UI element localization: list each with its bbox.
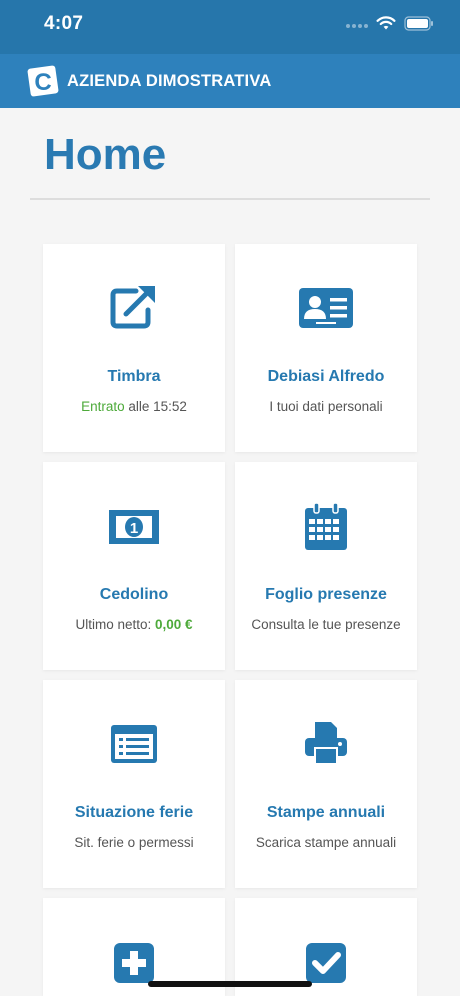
svg-text:1: 1 <box>130 520 138 537</box>
tile-timbra[interactable]: Timbra Entrato alle 15:52 <box>43 244 225 452</box>
wifi-icon <box>376 16 396 30</box>
tile-title: Situazione ferie <box>74 804 194 821</box>
app-header: C AZIENDA DIMOSTRATIVA <box>0 54 460 108</box>
status-bar: 4:07 <box>0 0 460 54</box>
tile-personal-data[interactable]: Debiasi Alfredo I tuoi dati personali <box>235 244 417 452</box>
page-title: Home <box>44 130 167 179</box>
tile-title: Timbra <box>107 368 161 385</box>
tile-subtitle: Entrato alle 15:52 <box>81 399 187 414</box>
tile-stampe-annuali[interactable]: Stampe annuali Scarica stampe annuali <box>235 680 417 888</box>
tile-subtitle: Sit. ferie o permessi <box>74 835 194 850</box>
battery-icon <box>404 15 433 31</box>
net-amount: 0,00 € <box>154 617 193 632</box>
company-name: AZIENDA DIMOSTRATIVA <box>67 71 272 90</box>
tile-subtitle: Consulta le tue presenze <box>251 617 401 632</box>
svg-text:C: C <box>34 69 51 96</box>
check-square-icon <box>306 943 346 983</box>
tile-subtitle: Ultimo netto: 0,00 € <box>75 617 193 632</box>
tile-title: Stampe annuali <box>266 804 386 821</box>
list-icon <box>111 725 157 763</box>
status-entrato: Entrato <box>81 399 125 414</box>
tile-situazione-ferie[interactable]: Situazione ferie Sit. ferie o permessi <box>43 680 225 888</box>
tile-title: Debiasi Alfredo <box>267 368 385 385</box>
tile-title: Cedolino <box>99 586 169 603</box>
printer-icon <box>305 722 347 765</box>
banknote-icon: 1 <box>109 510 159 544</box>
tile-subtitle: Scarica stampe annuali <box>255 835 397 850</box>
tile-subtitle: I tuoi dati personali <box>269 399 383 414</box>
signal-icon <box>346 24 368 28</box>
external-link-icon <box>110 286 155 329</box>
company-logo[interactable]: C <box>26 64 60 98</box>
tile-cedolino[interactable]: 1 Cedolino Ultimo netto: 0,00 € <box>43 462 225 670</box>
id-card-icon <box>299 288 353 328</box>
status-time: 4:07 <box>44 13 84 34</box>
calendar-icon <box>305 502 347 550</box>
tile-title: Foglio presenze <box>265 586 387 603</box>
plus-square-icon <box>114 943 154 983</box>
title-divider <box>30 198 430 200</box>
home-indicator[interactable] <box>148 981 312 987</box>
tile-foglio-presenze[interactable]: Foglio presenze Consulta le tue presenze <box>235 462 417 670</box>
